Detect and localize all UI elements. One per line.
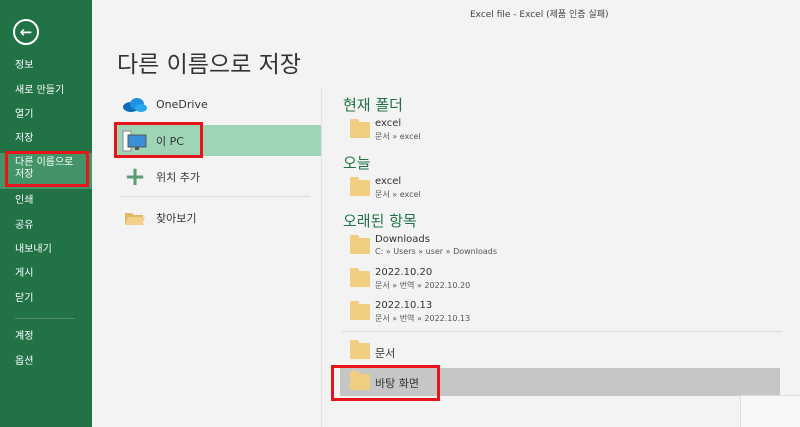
folder-path: C: » Users » user » Downloads <box>375 247 498 256</box>
cloud-icon <box>120 97 150 113</box>
location-label: 찾아보기 <box>156 211 197 225</box>
location-add-place[interactable]: + 위치 추가 <box>116 161 321 192</box>
folder-row-documents[interactable]: 문서 <box>340 338 780 364</box>
window-title: Excel file - Excel (제품 인증 실패) <box>470 10 609 20</box>
folder-path: 문서 » 번역 » 2022.10.20 <box>375 281 471 290</box>
sidebar-item-new[interactable]: 새로 만들기 <box>15 85 64 97</box>
sidebar-item-print[interactable]: 인쇄 <box>15 195 33 207</box>
folder-icon <box>350 301 370 320</box>
folder-path: 문서 » excel <box>375 190 421 199</box>
folder-name: excel <box>375 176 402 187</box>
folder-row[interactable]: 2022.10.13 문서 » 번역 » 2022.10.13 <box>340 299 780 325</box>
folder-row[interactable]: excel 문서 » excel <box>340 117 780 143</box>
page-title: 다른 이름으로 저장 <box>117 52 301 78</box>
section-heading-older: 오래된 항목 <box>343 212 417 230</box>
sidebar-item-open[interactable]: 열기 <box>15 109 33 121</box>
highlight-box <box>5 151 89 187</box>
folder-row[interactable]: Downloads C: » Users » user » Downloads <box>340 233 780 259</box>
plus-icon: + <box>124 161 146 192</box>
folder-name: Downloads <box>375 234 430 245</box>
folder-icon <box>350 235 370 254</box>
back-button[interactable]: ← <box>13 19 39 45</box>
corner-panel <box>740 395 800 427</box>
sidebar: ← 정보 새로 만들기 열기 저장 다른 이름으로 저장 인쇄 공유 내보내기 … <box>0 0 92 427</box>
highlight-box <box>331 365 440 401</box>
sidebar-divider <box>15 318 75 319</box>
divider <box>342 331 782 332</box>
folder-icon <box>350 340 370 359</box>
sidebar-item-close[interactable]: 닫기 <box>15 293 33 305</box>
location-label: 위치 추가 <box>156 170 200 184</box>
folder-open-icon <box>120 210 150 226</box>
folder-path: 문서 » excel <box>375 132 421 141</box>
location-browse[interactable]: 찾아보기 <box>116 202 321 233</box>
folder-name: 2022.10.20 <box>375 267 433 278</box>
section-heading-current: 현재 폴더 <box>343 96 403 114</box>
sidebar-item-account[interactable]: 계정 <box>15 331 33 343</box>
folder-name: 2022.10.13 <box>375 300 433 311</box>
sidebar-item-info[interactable]: 정보 <box>15 60 33 72</box>
divider <box>321 88 322 427</box>
sidebar-item-export[interactable]: 내보내기 <box>15 244 52 256</box>
folder-name: 문서 <box>375 347 396 360</box>
folder-icon <box>350 268 370 287</box>
arrow-left-icon: ← <box>19 23 33 41</box>
section-heading-today: 오늘 <box>343 154 371 172</box>
folder-icon <box>350 177 370 196</box>
folder-name: excel <box>375 118 402 129</box>
folder-path: 문서 » 번역 » 2022.10.13 <box>375 314 471 323</box>
sidebar-item-save[interactable]: 저장 <box>15 133 33 145</box>
divider <box>120 196 310 197</box>
location-label: OneDrive <box>156 98 208 111</box>
highlight-box <box>114 122 203 158</box>
folder-row[interactable]: 2022.10.20 문서 » 번역 » 2022.10.20 <box>340 266 780 292</box>
sidebar-item-share[interactable]: 공유 <box>15 220 33 232</box>
folder-icon <box>350 119 370 138</box>
folder-row[interactable]: excel 문서 » excel <box>340 175 780 201</box>
sidebar-item-options[interactable]: 옵션 <box>15 356 33 368</box>
sidebar-item-publish[interactable]: 게시 <box>15 268 33 280</box>
location-onedrive[interactable]: OneDrive <box>116 89 321 120</box>
